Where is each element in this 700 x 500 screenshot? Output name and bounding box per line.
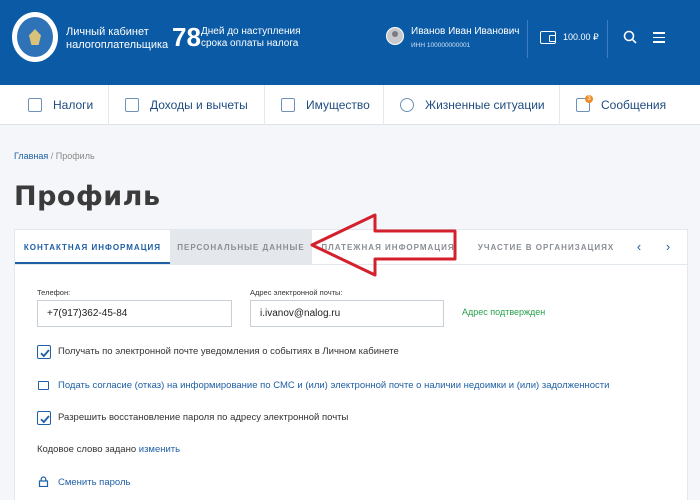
tab-contact-info[interactable]: КОНТАКТНАЯ ИНФОРМАЦИЯ — [15, 230, 170, 264]
document-icon — [38, 381, 49, 390]
page-title: Профиль — [14, 181, 161, 212]
days-label-line-2: срока оплаты налога — [201, 38, 299, 49]
nav-item-label: Доходы и вычеты — [150, 98, 248, 112]
notify-label: Получать по электронной почте уведомлени… — [58, 346, 399, 357]
life-situations-icon — [400, 98, 414, 112]
breadcrumb-home[interactable]: Главная — [14, 151, 48, 161]
days-count: 78 — [172, 22, 201, 52]
tabs-next-arrow-icon[interactable]: › — [661, 239, 675, 255]
user-inn: ИНН 100000000001 — [411, 42, 471, 49]
consent-link[interactable]: Подать согласие (отказ) на информировани… — [58, 380, 609, 391]
nav-divider — [108, 85, 109, 125]
tabs-prev-arrow-icon[interactable]: ‹ — [632, 239, 646, 255]
email-field[interactable]: i.ivanov@nalog.ru — [250, 300, 444, 327]
nav-item-property[interactable]: Имущество — [281, 85, 370, 125]
phone-label: Телефон: — [37, 288, 71, 297]
nav-item-label: Сообщения — [601, 98, 667, 112]
checkmark-icon — [40, 415, 50, 424]
days-label-line-1: Дней до наступления — [201, 26, 301, 37]
tab-organizations[interactable]: УЧАСТИЕ В ОРГАНИЗАЦИЯХ — [470, 230, 622, 264]
fns-logo[interactable] — [12, 12, 58, 62]
tab-personal-data[interactable]: ПЕРСОНАЛЬНЫЕ ДАННЫЕ — [170, 230, 312, 264]
nav-divider — [559, 85, 560, 125]
tab-payment-info[interactable]: ПЛАТЕЖНАЯ ИНФОРМАЦИЯ — [312, 230, 464, 264]
nav-divider — [264, 85, 265, 125]
profile-tabs: КОНТАКТНАЯ ИНФОРМАЦИЯ ПЕРСОНАЛЬНЫЕ ДАННЫ… — [14, 229, 688, 265]
brand-line-2: налогоплательщика — [66, 39, 169, 51]
breadcrumb: Главная / Профиль — [14, 151, 95, 161]
user-name[interactable]: Иванов Иван Иванович — [411, 26, 520, 37]
nav-item-label: Жизненные ситуации — [425, 98, 545, 112]
checkmark-icon — [40, 349, 50, 358]
brand-line-1: Личный кабинет — [66, 26, 149, 38]
nav-divider — [383, 85, 384, 125]
codeword-change-link[interactable]: изменить — [139, 444, 180, 455]
taxes-icon — [28, 98, 42, 112]
email-verified-status: Адрес подтвержден — [462, 307, 546, 317]
email-label: Адрес электронной почты: — [250, 288, 343, 297]
search-icon[interactable] — [623, 30, 637, 44]
restore-password-label: Разрешить восстановление пароля по адрес… — [58, 412, 349, 423]
tab-label: ПЛАТЕЖНАЯ ИНФОРМАЦИЯ — [321, 242, 455, 252]
hamburger-menu-icon[interactable] — [653, 32, 665, 43]
nav-item-messages[interactable]: Сообщения — [576, 85, 666, 125]
codeword-text: Кодовое слово задано — [37, 444, 137, 455]
breadcrumb-current: Профиль — [55, 151, 95, 161]
restore-password-checkbox[interactable] — [37, 411, 51, 425]
nav-item-income[interactable]: Доходы и вычеты — [125, 85, 248, 125]
header-divider — [607, 20, 608, 58]
nav-item-label: Имущество — [306, 98, 370, 112]
wallet-icon[interactable] — [540, 31, 556, 44]
header-divider — [527, 20, 528, 58]
days-label: Дней до наступления срока оплаты налога — [201, 26, 301, 50]
nav-item-taxes[interactable]: Налоги — [28, 85, 93, 125]
avatar[interactable] — [386, 27, 404, 45]
notify-checkbox[interactable] — [37, 345, 51, 359]
codeword-status: Кодовое слово задано изменить — [37, 444, 180, 455]
balance[interactable]: 100.00 ₽ — [563, 32, 599, 43]
nav-item-life-situations[interactable]: Жизненные ситуации — [400, 85, 545, 125]
phone-field[interactable]: +7(917)362-45-84 — [37, 300, 232, 327]
lock-icon — [38, 476, 49, 487]
nav-item-label: Налоги — [53, 98, 94, 112]
tab-label: УЧАСТИЕ В ОРГАНИЗАЦИЯХ — [477, 242, 615, 252]
property-icon — [281, 98, 295, 112]
breadcrumb-separator: / — [48, 151, 56, 161]
tab-label: КОНТАКТНАЯ ИНФОРМАЦИЯ — [23, 242, 162, 252]
top-header: Личный кабинет налогоплательщика 78 Дней… — [0, 0, 700, 85]
change-password-link[interactable]: Сменить пароль — [58, 477, 130, 488]
brand-title[interactable]: Личный кабинет налогоплательщика — [66, 26, 168, 52]
main-nav: Налоги Доходы и вычеты Имущество Жизненн… — [0, 85, 700, 125]
income-icon — [125, 98, 139, 112]
messages-badge: 3 — [585, 95, 593, 103]
tab-label: ПЕРСОНАЛЬНЫЕ ДАННЫЕ — [177, 242, 305, 252]
